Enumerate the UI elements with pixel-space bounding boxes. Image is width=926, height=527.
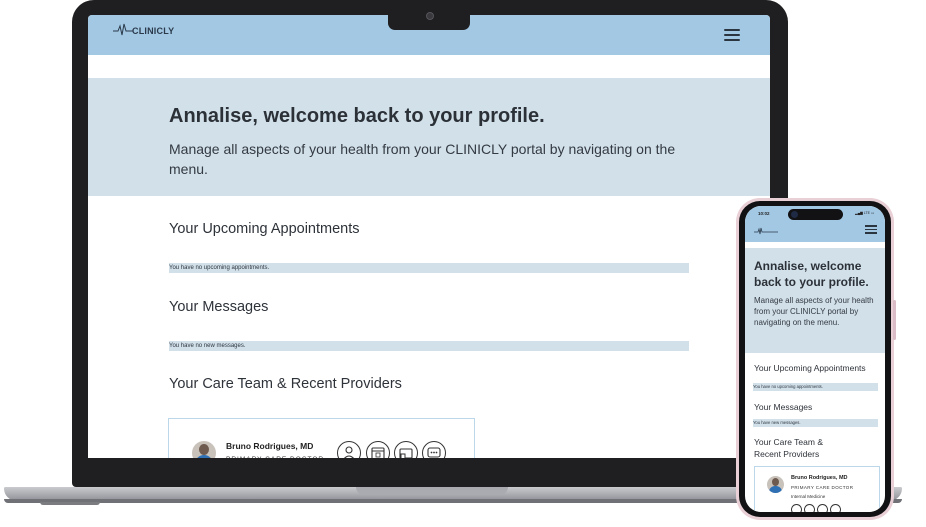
doctor-icon[interactable] (337, 441, 361, 458)
provider-name: Bruno Rodrigues, MD (791, 475, 848, 481)
appointments-heading: Your Upcoming Appointments (754, 363, 866, 373)
logo-text: CLINICLY (132, 26, 175, 36)
appointments-empty-notice: You have no upcoming appointments. (169, 263, 689, 273)
hamburger-menu-icon[interactable] (865, 225, 877, 234)
page-title: Annalise, welcome back to your profile. (754, 259, 869, 289)
doctor-icon[interactable] (791, 504, 802, 512)
provider-avatar (767, 476, 784, 493)
care-team-heading: Your Care Team & Recent Providers (754, 437, 823, 459)
status-time: 10:02 (758, 211, 770, 216)
mobile-welcome-banner: Annalise, welcome back to your profile. … (745, 248, 885, 353)
heartbeat-icon (113, 23, 133, 36)
welcome-banner: Annalise, welcome back to your profile. … (88, 78, 770, 196)
appointments-empty-notice: You have no upcoming appointments. (753, 383, 878, 391)
calendar-icon[interactable] (366, 441, 390, 458)
page-subtitle: Manage all aspects of your health from y… (754, 296, 874, 327)
provider-name: Bruno Rodrigues, MD (226, 441, 314, 451)
calendar-icon[interactable] (804, 504, 815, 512)
provider-specialty: Internal Medicine (791, 494, 826, 499)
heartbeat-icon[interactable] (754, 226, 778, 236)
provider-role: PRIMARY CARE DOCTOR (791, 485, 854, 490)
care-team-heading: Your Care Team & Recent Providers (169, 376, 402, 392)
appointments-heading: Your Upcoming Appointments (169, 221, 360, 237)
status-signal: ▂▄▆ LTE ▭ (855, 211, 875, 215)
messages-notice: You have new messages. (753, 419, 878, 427)
messages-heading: Your Messages (754, 402, 813, 412)
laptop-screen: CLINICLY Annalise, welcome back to your … (88, 15, 770, 458)
page-title: Annalise, welcome back to your profile. (169, 105, 545, 127)
laptop-camera (426, 12, 434, 20)
phone-camera (791, 211, 798, 218)
page-subtitle: Manage all aspects of your health from y… (169, 141, 676, 177)
messages-empty-notice: You have no new messages. (169, 341, 689, 351)
provider-card[interactable]: Bruno Rodrigues, MD PRIMARY CARE DOCTOR (168, 418, 475, 458)
hamburger-menu-icon[interactable] (724, 29, 740, 41)
provider-role: PRIMARY CARE DOCTOR (226, 456, 324, 458)
messages-heading: Your Messages (169, 299, 269, 315)
laptop-opening-groove (356, 487, 508, 495)
phone-screen: 10:02 ▂▄▆ LTE ▭ Annalise, welcome back t… (745, 206, 885, 512)
provider-card[interactable]: Bruno Rodrigues, MD PRIMARY CARE DOCTOR … (754, 466, 880, 512)
chat-icon[interactable] (830, 504, 841, 512)
phone-side-button (893, 300, 896, 340)
provider-avatar (192, 441, 216, 458)
chat-icon[interactable] (422, 441, 446, 458)
laptop-foot (40, 502, 100, 505)
video-icon[interactable] (394, 441, 418, 458)
video-icon[interactable] (817, 504, 828, 512)
